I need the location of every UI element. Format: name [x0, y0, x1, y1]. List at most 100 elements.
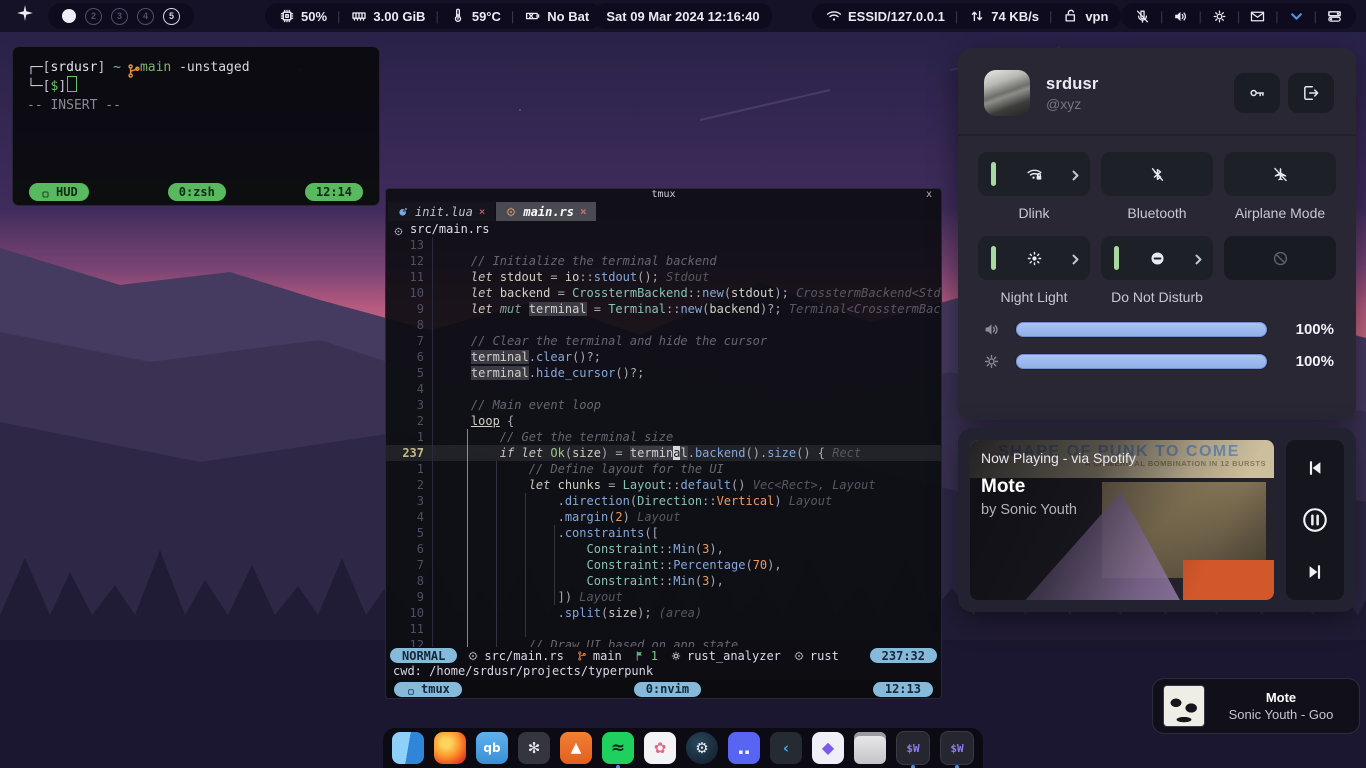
close-button[interactable]: x	[926, 189, 932, 201]
album-art[interactable]: SHAPE OF PUNK TO COME A CHIMERICAL BOMBI…	[970, 440, 1274, 600]
code-line: 8	[386, 317, 941, 333]
line-number: 7	[386, 333, 433, 349]
git-status: -unstaged	[179, 60, 249, 75]
git-branch-name: main	[140, 60, 171, 75]
workspace-5[interactable]: 5	[163, 8, 180, 25]
chevron-right-icon[interactable]	[1066, 166, 1081, 181]
ram-icon	[350, 7, 368, 25]
do-not-disturb-toggle[interactable]	[1101, 236, 1213, 280]
nvim-statusline: NORMAL src/main.rsmain1rust_analyzerrust…	[386, 647, 941, 664]
code-text: .direction(Direction::Vertical) Layout	[442, 493, 832, 509]
workspace-3[interactable]: 3	[111, 8, 128, 25]
vlc-glyph: ▲	[571, 741, 582, 755]
workspace-2[interactable]: 2	[85, 8, 102, 25]
statusline-segments: src/main.rsmain1rust_analyzerrust	[467, 649, 838, 663]
blank-toggle[interactable]	[1224, 236, 1336, 280]
dock-trash[interactable]	[854, 732, 886, 764]
tmux-window-badge[interactable]: 0:nvim	[634, 682, 701, 697]
rust-icon	[793, 649, 805, 663]
spotify-glyph: ≈	[611, 740, 625, 757]
logout-button[interactable]	[1288, 73, 1334, 113]
terminal-window[interactable]: ┌─[srdusr] ~main -unstaged └─[$] -- INSE…	[12, 46, 380, 206]
airplane-off-icon	[1271, 165, 1290, 184]
dock-vscode[interactable]: ‹	[770, 732, 802, 764]
dock-file-manager[interactable]	[392, 732, 424, 764]
wifi-indicator[interactable]: ESSID/127.0.0.1	[825, 7, 945, 25]
updown-indicator[interactable]: 74 KB/s	[968, 7, 1039, 25]
code-text: let stdout = io::stdout(); Stdout	[442, 269, 709, 285]
dock-terminal-1[interactable]: $W	[896, 731, 930, 765]
window-titlebar: tmux x	[386, 189, 941, 202]
lock-open-icon	[1062, 7, 1080, 25]
messages-icon[interactable]	[1249, 7, 1266, 24]
launcher-icon[interactable]	[16, 4, 40, 28]
dock-obsidian[interactable]: ◆	[812, 732, 844, 764]
dock-vlc[interactable]: ▲	[560, 732, 592, 764]
cwd-line: cwd: /home/srdusr/projects/typerpunk	[386, 664, 941, 680]
code-text: // Define layout for the UI	[442, 461, 724, 477]
dock-discord[interactable]: ‥	[728, 732, 760, 764]
previous-button[interactable]	[1305, 458, 1325, 478]
network-status[interactable]: ESSID/127.0.0.1|74 KB/s|vpn	[812, 3, 1121, 29]
airplane-mode-toggle-cell: Airplane Mode	[1224, 152, 1336, 222]
notification-album-thumb	[1163, 685, 1205, 727]
volume-slider[interactable]	[1015, 321, 1268, 338]
dock-qbittorrent[interactable]: qb	[476, 732, 508, 764]
tab-close-icon[interactable]: ×	[580, 205, 587, 218]
pause-button[interactable]	[1300, 505, 1330, 535]
lock-open-indicator[interactable]: vpn	[1062, 7, 1108, 25]
tab-close-icon[interactable]: ×	[479, 205, 486, 218]
line-number: 4	[386, 509, 433, 525]
code-editor[interactable]: 1312 // Initialize the terminal backend1…	[386, 237, 941, 647]
tmux-badge[interactable]: tmux	[394, 682, 462, 697]
night-light-toggle[interactable]	[978, 236, 1090, 280]
brightness-slider[interactable]	[1015, 353, 1268, 370]
minus-circle-icon	[1148, 249, 1167, 268]
microphone-muted-icon[interactable]	[1134, 7, 1151, 24]
next-button[interactable]	[1305, 562, 1325, 582]
media-player-card: SHAPE OF PUNK TO COME A CHIMERICAL BOMBI…	[958, 428, 1356, 612]
clock[interactable]: Sat 09 Mar 2024 12:16:40	[593, 3, 772, 29]
line-number: 5	[386, 525, 433, 541]
tmux-window[interactable]: tmux x init.lua×main.rs× src/main.rs 131…	[385, 188, 942, 699]
terminal-cursor	[67, 76, 77, 92]
chevron-right-icon[interactable]	[1066, 250, 1081, 265]
updown-icon	[968, 7, 986, 25]
tab-main.rs[interactable]: main.rs×	[496, 202, 595, 221]
tmux-clock-badge: 12:13	[873, 682, 933, 697]
volume-icon[interactable]	[1172, 7, 1189, 24]
sliders-section: 100%100%	[958, 306, 1356, 371]
code-text: let backend = CrosstermBackend::new(stdo…	[442, 285, 941, 301]
dock-steam[interactable]: ⚙	[686, 732, 718, 764]
bluetooth-toggle[interactable]	[1101, 152, 1213, 196]
wifi-toggle[interactable]	[978, 152, 1090, 196]
code-text: Constraint::Min(3),	[442, 541, 724, 557]
tab-init.lua[interactable]: init.lua×	[388, 202, 494, 221]
steam-glyph: ⚙	[695, 741, 708, 756]
tmux-session-badge[interactable]: 0:zsh	[168, 183, 226, 201]
dock-photos[interactable]: ✿	[644, 732, 676, 764]
code-text: Constraint::Min(3),	[442, 573, 724, 589]
dock-terminal-2[interactable]: $W	[940, 731, 974, 765]
code-text: .constraints([	[442, 525, 659, 541]
panel-toggle-icon[interactable]	[1288, 7, 1305, 24]
dock-spotify[interactable]: ≈	[602, 732, 634, 764]
dock-obs[interactable]: ✻	[518, 732, 550, 764]
lock-keys-button[interactable]	[1234, 73, 1280, 113]
code-line: 5 terminal.hide_cursor()?;	[386, 365, 941, 381]
user-name: srdusr	[1046, 75, 1210, 94]
prompt-user: srdusr	[50, 60, 97, 75]
line-number: 1	[386, 461, 433, 477]
workspace-1[interactable]	[62, 9, 76, 23]
quick-settings-icon[interactable]	[1326, 7, 1343, 24]
settings-icon[interactable]	[1211, 7, 1228, 24]
dock-firefox[interactable]	[434, 732, 466, 764]
notification[interactable]: Mote Sonic Youth - Goo	[1152, 678, 1360, 734]
code-text: terminal.clear()?;	[442, 349, 601, 365]
line-number: 11	[386, 621, 433, 637]
workspace-4[interactable]: 4	[137, 8, 154, 25]
ram-indicator: 3.00 GiB	[350, 7, 425, 25]
hud-badge[interactable]: HUD	[29, 183, 89, 201]
airplane-mode-toggle[interactable]	[1224, 152, 1336, 196]
chevron-right-icon[interactable]	[1189, 250, 1204, 265]
